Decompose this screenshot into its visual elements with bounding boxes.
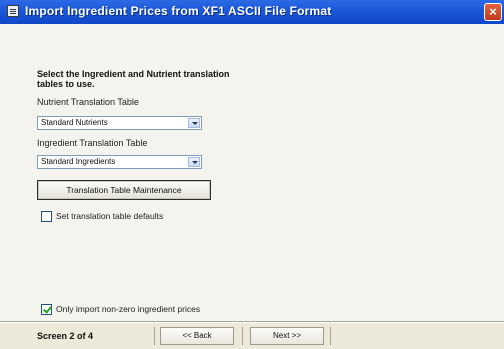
back-button[interactable]: << Back	[160, 327, 234, 345]
title-bar: Import Ingredient Prices from XF1 ASCII …	[0, 0, 504, 24]
next-button[interactable]: Next >>	[250, 327, 324, 345]
instructions-heading: Select the Ingredient and Nutrient trans…	[37, 69, 230, 89]
window-title: Import Ingredient Prices from XF1 ASCII …	[25, 4, 332, 18]
set-defaults-label: Set translation table defaults	[56, 211, 164, 221]
only-nonzero-label: Only import non-zero ingredient prices	[56, 304, 201, 314]
divider	[154, 327, 155, 345]
translation-table-maintenance-button[interactable]: Translation Table Maintenance	[37, 180, 211, 200]
ingredient-table-select[interactable]: Standard Ingredients	[37, 155, 202, 169]
wizard-footer: Screen 2 of 4 << Back Next >>	[0, 323, 504, 349]
close-button[interactable]: ×	[484, 3, 502, 21]
chevron-down-icon[interactable]	[188, 118, 200, 128]
set-defaults-checkbox[interactable]	[41, 211, 52, 222]
divider	[242, 327, 243, 345]
chevron-down-icon[interactable]	[188, 157, 200, 167]
ingredient-table-value: Standard Ingredients	[41, 157, 116, 166]
nutrient-table-value: Standard Nutrients	[41, 118, 108, 127]
nutrient-table-select[interactable]: Standard Nutrients	[37, 116, 202, 130]
divider	[330, 327, 331, 345]
screen-indicator: Screen 2 of 4	[37, 331, 94, 341]
ingredient-table-label: Ingredient Translation Table	[37, 138, 148, 148]
app-icon	[7, 5, 19, 17]
only-nonzero-checkbox[interactable]	[41, 304, 52, 315]
nutrient-table-label: Nutrient Translation Table	[37, 97, 139, 107]
